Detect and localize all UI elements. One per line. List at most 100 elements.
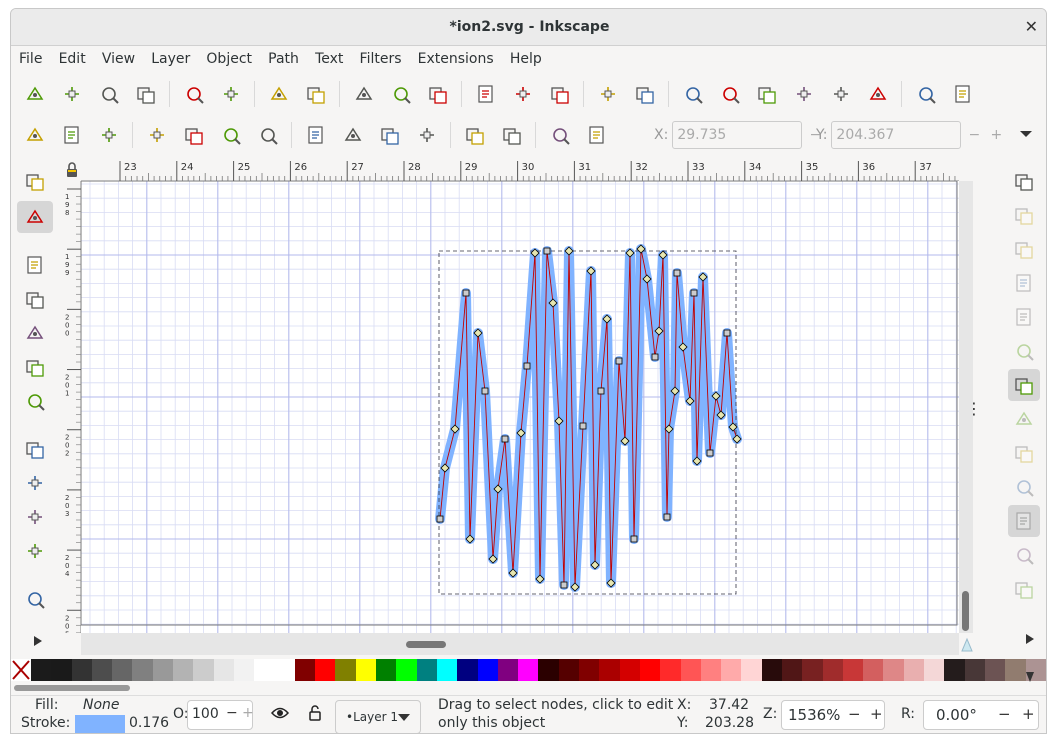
expand-right-icon[interactable]: [1025, 633, 1035, 649]
menu-edit[interactable]: Edit: [59, 51, 86, 67]
stroke-width[interactable]: 0.176: [129, 715, 169, 731]
palette-swatch[interactable]: [193, 659, 214, 681]
join-nodes-icon[interactable]: [143, 121, 171, 149]
palette-swatch[interactable]: [173, 659, 194, 681]
snap-bbox-center-icon[interactable]: [1008, 335, 1040, 367]
color-manage-icon[interactable]: [961, 637, 973, 653]
minus-icon[interactable]: −: [965, 127, 983, 143]
connector-tool-icon[interactable]: [17, 583, 53, 615]
menu-help[interactable]: Help: [510, 51, 542, 67]
palette-swatch[interactable]: [31, 659, 52, 681]
document-properties-icon[interactable]: [827, 80, 855, 108]
cusp-node-icon[interactable]: [302, 121, 330, 149]
snap-bbox-edge-mid-icon[interactable]: [1008, 301, 1040, 333]
eye-icon[interactable]: [270, 706, 290, 724]
rectangle-tool-icon[interactable]: [17, 249, 53, 281]
snap-path-intersection-icon[interactable]: [1008, 437, 1040, 469]
layers-icon[interactable]: [753, 80, 781, 108]
palette-swatch[interactable]: [477, 659, 498, 681]
palette-swatch[interactable]: [335, 659, 356, 681]
palette-swatch[interactable]: [396, 659, 417, 681]
break-path-icon[interactable]: [180, 121, 208, 149]
palette-swatch[interactable]: [274, 659, 295, 681]
lock-icon[interactable]: [63, 159, 81, 181]
palette-swatch[interactable]: [781, 659, 803, 681]
stroke-swatch[interactable]: [75, 715, 125, 733]
palette-swatch[interactable]: [355, 659, 377, 681]
menu-view[interactable]: View: [102, 51, 135, 67]
palette-swatch[interactable]: [660, 659, 681, 681]
palette-swatch[interactable]: [254, 659, 275, 681]
text-font-icon[interactable]: [716, 80, 744, 108]
minus-icon[interactable]: −: [848, 705, 861, 723]
palette-swatch[interactable]: [376, 659, 397, 681]
export-icon[interactable]: [217, 80, 245, 108]
print-preview-icon[interactable]: [912, 80, 940, 108]
preferences-icon[interactable]: [949, 80, 977, 108]
node-y-input[interactable]: 204.367: [831, 121, 962, 149]
palette-swatch[interactable]: [51, 659, 72, 681]
palette-swatch[interactable]: [761, 659, 782, 681]
menu-extensions[interactable]: Extensions: [418, 51, 494, 67]
palette-swatch[interactable]: [883, 659, 904, 681]
plus-icon[interactable]: +: [1022, 705, 1035, 723]
stroke-to-path-icon[interactable]: [583, 121, 611, 149]
zoom-drawing-icon[interactable]: [631, 80, 659, 108]
cut-icon[interactable]: [387, 80, 415, 108]
3d-box-tool-icon[interactable]: [17, 351, 53, 383]
palette-swatch[interactable]: [132, 659, 153, 681]
palette-swatch[interactable]: [91, 659, 113, 681]
palette-swatch[interactable]: [802, 659, 823, 681]
zoom-selection-icon[interactable]: [594, 80, 622, 108]
palette-swatch[interactable]: [822, 659, 843, 681]
menu-text[interactable]: Text: [315, 51, 343, 67]
import-icon[interactable]: [180, 80, 208, 108]
palette-swatch[interactable]: [944, 659, 965, 681]
horizontal-scroll-thumb[interactable]: [406, 641, 446, 648]
horizontal-ruler[interactable]: 23 24 25 26 27 28 29 30 31 32 33 34 35 36 37: [81, 157, 959, 181]
insert-node-icon[interactable]: [21, 121, 49, 149]
unlink-clone-icon[interactable]: [546, 80, 574, 108]
palette-swatch[interactable]: [964, 659, 985, 681]
snap-smooth-icon[interactable]: [1008, 505, 1040, 537]
selector-tool-icon[interactable]: [17, 165, 53, 197]
object-to-path-icon[interactable]: [546, 121, 574, 149]
join-segment-icon[interactable]: [217, 121, 245, 149]
pen-tool-icon[interactable]: [17, 467, 53, 499]
palette-swatch[interactable]: [863, 659, 884, 681]
spiral-tool-icon[interactable]: [17, 385, 53, 417]
unlocked-icon[interactable]: [308, 704, 322, 726]
new-document-icon[interactable]: [21, 80, 49, 108]
drawing-canvas[interactable]: [81, 181, 959, 633]
palette-swatch[interactable]: [538, 659, 559, 681]
no-paint-swatch[interactable]: [11, 659, 31, 681]
undo-icon[interactable]: [265, 80, 293, 108]
redo-icon[interactable]: [302, 80, 330, 108]
snap-bbox-edge-icon[interactable]: [1008, 233, 1040, 265]
palette-swatch[interactable]: [599, 659, 620, 681]
horizontal-scrollbar[interactable]: [81, 633, 959, 655]
star-tool-icon[interactable]: [17, 317, 53, 349]
calligraphy-tool-icon[interactable]: [17, 501, 53, 533]
palette-swatch[interactable]: [497, 659, 519, 681]
palette-swatch[interactable]: [1005, 659, 1026, 681]
palette-swatch[interactable]: [924, 659, 945, 681]
clone-icon[interactable]: [509, 80, 537, 108]
palette-scrollbar[interactable]: [11, 681, 1046, 695]
symmetric-node-icon[interactable]: [376, 121, 404, 149]
palette-swatch[interactable]: [741, 659, 762, 681]
palette-swatch[interactable]: [457, 659, 478, 681]
snap-bbox-corner-icon[interactable]: [1008, 267, 1040, 299]
fill-value[interactable]: None: [83, 697, 120, 713]
vertical-ruler[interactable]: 198199200201202203204205: [63, 181, 81, 638]
delete-node-icon[interactable]: [95, 121, 123, 149]
palette-swatch[interactable]: [639, 659, 661, 681]
palette-menu-icon[interactable]: [1025, 671, 1035, 687]
expand-tools-icon[interactable]: [33, 635, 43, 651]
palette-swatch[interactable]: [71, 659, 92, 681]
node-x-input[interactable]: 29.735: [672, 121, 803, 149]
palette-swatch[interactable]: [700, 659, 722, 681]
palette-swatch[interactable]: [619, 659, 640, 681]
menu-object[interactable]: Object: [206, 51, 252, 67]
palette-swatch[interactable]: [558, 659, 580, 681]
